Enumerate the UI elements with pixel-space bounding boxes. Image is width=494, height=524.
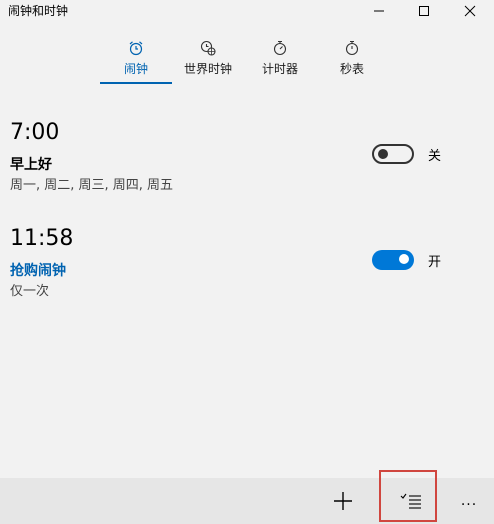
alarm-list: 7:00 早上好 周一, 周二, 周三, 周四, 周五 关 11:58 抢购闹钟… — [0, 86, 494, 476]
alarm-name: 早上好 — [10, 157, 52, 173]
app-title: 闹钟和时钟 — [8, 4, 69, 18]
world-clock-icon — [200, 40, 216, 56]
alarm-item[interactable]: 7:00 早上好 周一, 周二, 周三, 周四, 周五 关 — [0, 120, 494, 210]
minimize-button[interactable] — [356, 0, 402, 22]
tab-bar: 闹钟 世界时钟 计时器 秒表 — [0, 30, 494, 86]
tab-world-clock[interactable]: 世界时钟 — [172, 30, 244, 84]
add-alarm-button[interactable] — [318, 478, 368, 524]
alarm-clock-icon — [129, 41, 143, 56]
alarm-toggle[interactable] — [372, 144, 414, 164]
minimize-icon — [374, 10, 384, 12]
more-button[interactable]: ... — [444, 478, 494, 524]
timer-icon — [273, 40, 287, 56]
active-tab-indicator — [100, 82, 172, 84]
toggle-knob — [399, 254, 409, 264]
alarm-repeat: 仅一次 — [10, 284, 50, 299]
add-icon — [334, 492, 352, 510]
close-button[interactable] — [447, 0, 493, 22]
highlight-box — [379, 470, 437, 522]
title-bar: 闹钟和时钟 — [0, 0, 494, 22]
tab-label: 闹钟 — [123, 62, 148, 76]
more-icon: ... — [460, 493, 478, 509]
toggle-state-label: 开 — [428, 255, 442, 270]
toggle-state-label: 关 — [428, 149, 442, 164]
alarm-repeat: 周一, 周二, 周三, 周四, 周五 — [10, 178, 174, 193]
toggle-knob — [378, 149, 388, 159]
stopwatch-icon — [345, 40, 359, 56]
close-icon — [464, 5, 476, 17]
tab-label: 秒表 — [339, 62, 364, 76]
alarm-toggle[interactable] — [372, 250, 414, 270]
alarm-time: 7:00 — [10, 120, 60, 145]
maximize-button[interactable] — [401, 0, 447, 22]
tab-stopwatch[interactable]: 秒表 — [316, 30, 388, 84]
alarm-name: 抢购闹钟 — [10, 263, 66, 279]
maximize-icon — [419, 6, 429, 16]
tab-label: 计时器 — [261, 62, 298, 76]
tab-label: 世界时钟 — [183, 62, 232, 76]
alarm-time: 11:58 — [10, 226, 74, 251]
tab-timer[interactable]: 计时器 — [244, 30, 316, 84]
alarm-item[interactable]: 11:58 抢购闹钟 仅一次 开 — [0, 226, 494, 316]
tab-alarm[interactable]: 闹钟 — [100, 30, 172, 84]
